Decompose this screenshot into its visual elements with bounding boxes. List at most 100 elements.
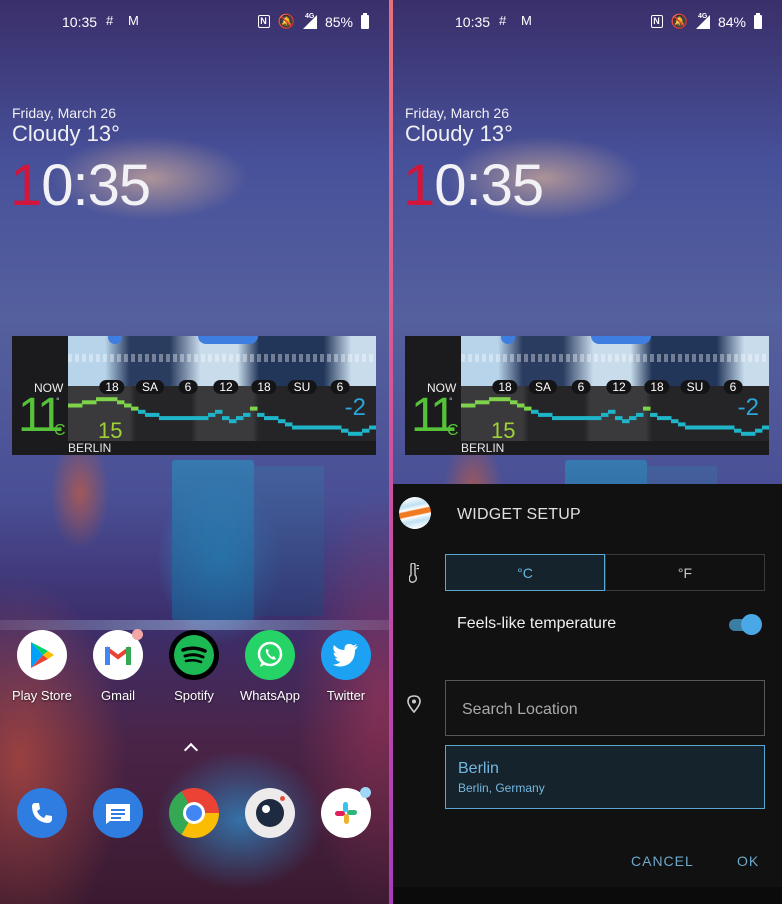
low-temp: -2 bbox=[344, 394, 366, 421]
rain-cloud bbox=[108, 336, 122, 344]
temp-step bbox=[229, 419, 237, 424]
temp-step bbox=[320, 425, 328, 430]
temp-step bbox=[334, 425, 342, 430]
phone-icon bbox=[17, 788, 67, 838]
unit-fahrenheit-button[interactable]: °F bbox=[605, 554, 765, 591]
temp-step bbox=[215, 409, 223, 414]
thermometer-icon bbox=[409, 563, 419, 583]
temp-step bbox=[636, 412, 644, 417]
whatsapp-icon bbox=[245, 630, 295, 680]
temp-step bbox=[124, 403, 132, 408]
feels-like-switch[interactable] bbox=[729, 614, 762, 635]
rain-pattern bbox=[461, 354, 769, 362]
time-ticks: 18 SA 6 12 18 SU 6 bbox=[461, 380, 769, 394]
temp-step bbox=[608, 409, 616, 414]
temp-step bbox=[327, 425, 335, 430]
temp-step bbox=[517, 403, 525, 408]
app-logo-icon bbox=[396, 494, 434, 532]
weather-widget[interactable]: 18 SA 6 12 18 SU 6 NOW 11 ° C 15 -2 BERL… bbox=[12, 336, 376, 455]
degree-symbol: ° bbox=[56, 396, 60, 406]
lock-clock[interactable]: 10:35 bbox=[403, 153, 544, 218]
tick-label: 18 bbox=[492, 380, 518, 394]
rain-cloud bbox=[591, 336, 651, 344]
temp-step bbox=[250, 406, 258, 411]
widget-setup-dialog: WIDGET SETUP °C °F Feels-like temperatur… bbox=[393, 484, 782, 887]
app-whatsapp[interactable]: WhatsApp bbox=[232, 630, 308, 703]
weather-widget[interactable]: 18 SA 6 12 18 SU 6 NOW 11 ° C 15 -2 BERL… bbox=[405, 336, 769, 455]
cancel-button[interactable]: CANCEL bbox=[631, 853, 694, 869]
tick-label: 6 bbox=[571, 380, 591, 394]
lock-clock[interactable]: 10:35 bbox=[10, 153, 151, 218]
temp-step bbox=[187, 416, 195, 421]
lock-date: Friday, March 26 bbox=[405, 105, 509, 121]
wallpaper-street bbox=[0, 620, 389, 630]
temp-step bbox=[103, 397, 111, 402]
switch-thumb bbox=[741, 614, 762, 635]
temp-step bbox=[643, 406, 651, 411]
temp-step bbox=[131, 406, 139, 411]
rain-cloud bbox=[198, 336, 258, 344]
slack-icon: # bbox=[106, 13, 114, 28]
location-result[interactable]: Berlin Berlin, Germany bbox=[445, 745, 765, 809]
dock-phone[interactable] bbox=[4, 788, 80, 838]
temp-step bbox=[573, 416, 581, 421]
status-time: 10:35 bbox=[62, 14, 98, 30]
dock-messages[interactable] bbox=[80, 788, 156, 838]
widget-city: BERLIN bbox=[461, 441, 505, 455]
temp-step bbox=[678, 422, 686, 427]
temp-step bbox=[475, 400, 483, 405]
temp-step bbox=[243, 412, 251, 417]
search-location-input[interactable]: Search Location bbox=[445, 680, 765, 736]
temp-step bbox=[510, 400, 518, 405]
app-play-store[interactable]: Play Store bbox=[4, 630, 80, 703]
temp-step bbox=[615, 416, 623, 421]
gmail-app-icon bbox=[93, 629, 143, 680]
temp-step bbox=[461, 403, 469, 408]
temp-step bbox=[552, 416, 560, 421]
battery-icon bbox=[754, 12, 762, 29]
temp-step bbox=[138, 409, 146, 414]
temp-step bbox=[685, 425, 693, 430]
wallpaper-figure bbox=[50, 455, 110, 550]
clock-rest: 0:35 bbox=[41, 153, 151, 218]
app-gmail[interactable]: Gmail bbox=[80, 629, 156, 703]
temp-step bbox=[706, 425, 714, 430]
result-name: Berlin bbox=[458, 760, 499, 777]
chrome-icon bbox=[169, 788, 219, 838]
messages-icon bbox=[93, 788, 143, 838]
tick-label: SA bbox=[528, 380, 558, 394]
unit-celsius-button[interactable]: °C bbox=[445, 554, 605, 591]
clock-rest: 0:35 bbox=[434, 153, 544, 218]
tick-label: 6 bbox=[723, 380, 743, 394]
temp-step bbox=[699, 425, 707, 430]
temp-step bbox=[559, 416, 567, 421]
ok-button[interactable]: OK bbox=[737, 853, 759, 869]
tick-label: 12 bbox=[213, 380, 239, 394]
battery-percent: 84% bbox=[717, 13, 746, 30]
app-label: Play Store bbox=[12, 688, 72, 703]
temp-step bbox=[313, 425, 321, 430]
temp-step bbox=[580, 416, 588, 421]
app-spotify[interactable]: Spotify bbox=[156, 630, 232, 703]
temp-step bbox=[538, 412, 546, 417]
temp-step bbox=[299, 425, 307, 430]
temp-step bbox=[524, 406, 532, 411]
play-store-icon bbox=[17, 630, 67, 680]
temp-step bbox=[629, 416, 637, 421]
notification-badge bbox=[132, 629, 143, 640]
temp-step bbox=[292, 425, 300, 430]
temp-step bbox=[489, 397, 497, 402]
temp-step bbox=[531, 409, 539, 414]
dock-chrome[interactable] bbox=[156, 788, 232, 838]
app-twitter[interactable]: Twitter bbox=[308, 630, 384, 703]
dock-camera[interactable] bbox=[232, 788, 308, 838]
tick-label: 18 bbox=[251, 380, 277, 394]
dock-slack[interactable] bbox=[308, 787, 384, 838]
precipitation-band bbox=[68, 336, 376, 386]
app-label: Gmail bbox=[101, 688, 135, 703]
signal-4g-icon: 4G bbox=[695, 13, 710, 29]
temp-step bbox=[194, 416, 202, 421]
slack-icon: # bbox=[499, 13, 507, 28]
temp-step bbox=[720, 425, 728, 430]
temp-step bbox=[671, 419, 679, 424]
